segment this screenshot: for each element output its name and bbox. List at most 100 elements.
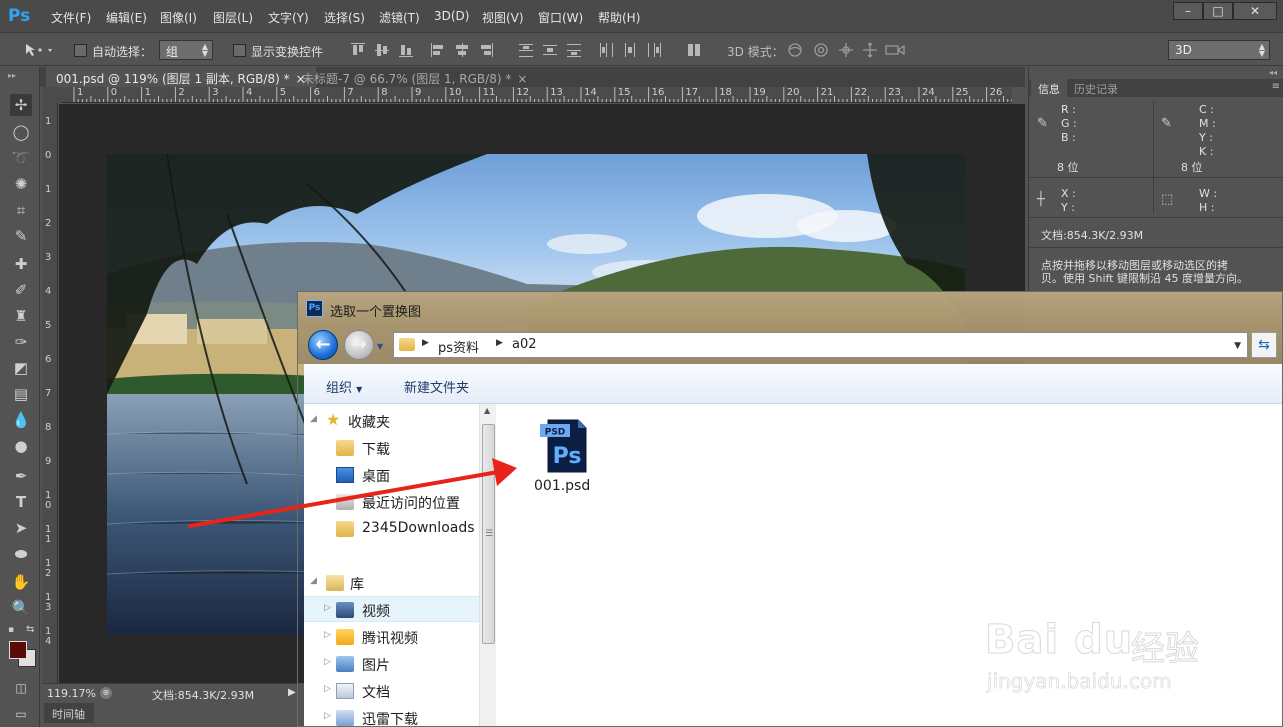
auto-select-checkbox[interactable] bbox=[74, 44, 87, 57]
menu-window[interactable]: 窗口(W) bbox=[538, 9, 583, 26]
forward-button[interactable]: → bbox=[344, 330, 374, 360]
menu-help[interactable]: 帮助(H) bbox=[598, 9, 640, 26]
auto-select-dropdown[interactable]: 组 ▲ ▼ bbox=[159, 40, 213, 60]
nav-item-tencent-video[interactable]: ▷ 腾讯视频 bbox=[304, 624, 479, 650]
menu-image[interactable]: 图像(I) bbox=[160, 9, 197, 26]
move-tool-preset-icon[interactable] bbox=[24, 42, 54, 58]
brush-tool-icon[interactable]: ✐ bbox=[10, 279, 32, 301]
scroll-up-arrow-icon[interactable]: ▲ bbox=[484, 406, 490, 415]
hand-tool-icon[interactable]: ✋ bbox=[10, 571, 32, 593]
tab-001-psd[interactable]: 001.psd @ 119% (图层 1 副本, RGB/8) * × bbox=[46, 67, 316, 87]
panel-expand-icon[interactable]: ◂◂ bbox=[1269, 68, 1277, 77]
address-dropdown-icon[interactable]: ▼ bbox=[1234, 341, 1241, 351]
nav-item-recent-places[interactable]: 最近访问的位置 bbox=[304, 489, 479, 515]
blur-tool-icon[interactable]: 💧 bbox=[10, 409, 32, 431]
align-right-icon[interactable] bbox=[478, 42, 494, 58]
auto-align-layers-icon[interactable] bbox=[686, 42, 702, 58]
breadcrumb-ps-ziliao[interactable]: ps资料 bbox=[438, 337, 479, 356]
eraser-tool-icon[interactable]: ◩ bbox=[10, 357, 32, 379]
tab-history[interactable]: 历史记录 bbox=[1067, 79, 1125, 97]
menu-view[interactable]: 视图(V) bbox=[482, 9, 524, 26]
breadcrumb-separator-icon[interactable]: ▶ bbox=[496, 338, 503, 348]
maximize-button[interactable]: □ bbox=[1203, 2, 1233, 20]
align-top-icon[interactable] bbox=[350, 42, 366, 58]
swap-colors-icon[interactable]: ⇆ bbox=[26, 624, 34, 635]
history-brush-tool-icon[interactable]: ✑ bbox=[10, 331, 32, 353]
nav-item-libraries[interactable]: ◢ 库 bbox=[304, 570, 479, 596]
distribute-bottom-icon[interactable] bbox=[566, 42, 582, 58]
breadcrumb-separator-icon[interactable]: ▶ bbox=[422, 338, 429, 348]
zoom-level[interactable]: 119.17% bbox=[47, 687, 96, 700]
distribute-vcenter-icon[interactable] bbox=[542, 42, 558, 58]
status-share-icon[interactable]: ⊕ bbox=[100, 687, 112, 699]
tab-untitled-7[interactable]: 未标题-7 @ 66.7% (图层 1, RGB/8) * × bbox=[292, 67, 537, 87]
file-item-001-psd[interactable]: PSD Ps 001.psd bbox=[532, 416, 594, 496]
menu-filter[interactable]: 滤镜(T) bbox=[379, 9, 420, 26]
path-selection-tool-icon[interactable]: ➤ bbox=[10, 517, 32, 539]
align-vcenter-icon[interactable] bbox=[374, 42, 390, 58]
nav-item-pictures[interactable]: ▷ 图片 bbox=[304, 651, 479, 677]
eyedropper-tool-icon[interactable]: ✎ bbox=[10, 225, 32, 247]
menu-edit[interactable]: 编辑(E) bbox=[106, 9, 147, 26]
gradient-tool-icon[interactable]: ▤ bbox=[10, 383, 32, 405]
dialog-titlebar[interactable]: Ps 选取一个置换图 bbox=[298, 292, 1282, 326]
expand-arrow-icon[interactable]: ▷ bbox=[324, 657, 331, 667]
foreground-color-swatch[interactable] bbox=[9, 641, 27, 659]
tab-info[interactable]: 信息 bbox=[1031, 79, 1067, 97]
nav-item-favorites[interactable]: ◢ ★ 收藏夹 bbox=[304, 408, 479, 434]
ellipse-shape-tool-icon[interactable]: ⬬ bbox=[10, 543, 32, 565]
type-tool-icon[interactable]: T bbox=[10, 491, 32, 513]
nav-item-thunder-download[interactable]: ▷ 迅雷下载 bbox=[304, 705, 479, 726]
recent-pages-dropdown-icon[interactable]: ▼ bbox=[377, 342, 383, 351]
distribute-hcenter-icon[interactable] bbox=[622, 42, 638, 58]
panel-collapse-icon[interactable]: ▸▸ bbox=[8, 71, 16, 80]
menu-file[interactable]: 文件(F) bbox=[51, 9, 91, 26]
nav-item-videos[interactable]: ▷ 视频 bbox=[304, 596, 479, 622]
pen-tool-icon[interactable]: ✒ bbox=[10, 465, 32, 487]
crop-tool-icon[interactable]: ⌗ bbox=[10, 199, 32, 221]
nav-item-documents[interactable]: ▷ 文档 bbox=[304, 678, 479, 704]
menu-3d[interactable]: 3D(D) bbox=[434, 9, 469, 23]
nav-item-desktop[interactable]: 桌面 bbox=[304, 462, 479, 488]
nav-item-2345downloads[interactable]: 2345Downloads bbox=[304, 516, 479, 542]
zoom-tool-icon[interactable]: 🔍 bbox=[10, 597, 32, 619]
menu-type[interactable]: 文字(Y) bbox=[268, 9, 309, 26]
healing-brush-tool-icon[interactable]: ✚ bbox=[10, 253, 32, 275]
breadcrumb-a02[interactable]: a02 bbox=[512, 337, 537, 352]
dodge-tool-icon[interactable]: ● bbox=[10, 435, 32, 457]
close-button[interactable]: ✕ bbox=[1233, 2, 1277, 20]
distribute-left-icon[interactable] bbox=[598, 42, 614, 58]
magic-wand-tool-icon[interactable]: ✺ bbox=[10, 173, 32, 195]
minimize-button[interactable]: – bbox=[1173, 2, 1203, 20]
new-folder-button[interactable]: 新建文件夹 bbox=[404, 377, 469, 396]
collapse-arrow-icon[interactable]: ◢ bbox=[310, 576, 317, 586]
lasso-tool-icon[interactable]: ➰ bbox=[10, 147, 32, 169]
expand-arrow-icon[interactable]: ▷ bbox=[324, 684, 331, 694]
address-bar[interactable]: ▶ ps资料 ▶ a02 ▼ bbox=[393, 332, 1248, 358]
expand-arrow-icon[interactable]: ▷ bbox=[324, 711, 331, 721]
close-tab-icon[interactable]: × bbox=[517, 72, 527, 86]
distribute-top-icon[interactable] bbox=[518, 42, 534, 58]
workspace-dropdown[interactable]: 3D ▲ ▼ bbox=[1168, 40, 1270, 60]
navigation-scrollbar[interactable]: ▲ ☰ bbox=[479, 404, 496, 726]
expand-arrow-icon[interactable]: ▷ bbox=[324, 630, 331, 640]
default-colors-icon[interactable]: ▪ bbox=[8, 625, 14, 635]
cmyk-eyedropper-icon[interactable]: ✎ bbox=[1161, 117, 1175, 131]
quick-mask-icon[interactable]: ◫ bbox=[10, 677, 32, 699]
nav-item-downloads[interactable]: 下载 bbox=[304, 435, 479, 461]
elliptical-marquee-tool-icon[interactable]: ◯ bbox=[10, 121, 32, 143]
align-hcenter-icon[interactable] bbox=[454, 42, 470, 58]
screen-mode-icon[interactable]: ▭ bbox=[10, 703, 32, 725]
scrollbar-thumb[interactable]: ☰ bbox=[482, 424, 495, 644]
collapse-arrow-icon[interactable]: ◢ bbox=[310, 414, 317, 424]
show-transform-checkbox[interactable] bbox=[233, 44, 246, 57]
distribute-right-icon[interactable] bbox=[646, 42, 662, 58]
clone-stamp-tool-icon[interactable]: ♜ bbox=[10, 305, 32, 327]
menu-select[interactable]: 选择(S) bbox=[324, 9, 365, 26]
align-bottom-icon[interactable] bbox=[398, 42, 414, 58]
timeline-tab[interactable]: 时间轴 bbox=[44, 703, 94, 723]
expand-arrow-icon[interactable]: ▷ bbox=[324, 603, 331, 613]
organize-button[interactable]: 组织 ▼ bbox=[326, 377, 362, 396]
align-left-icon[interactable] bbox=[430, 42, 446, 58]
back-button[interactable]: ← bbox=[308, 330, 338, 360]
